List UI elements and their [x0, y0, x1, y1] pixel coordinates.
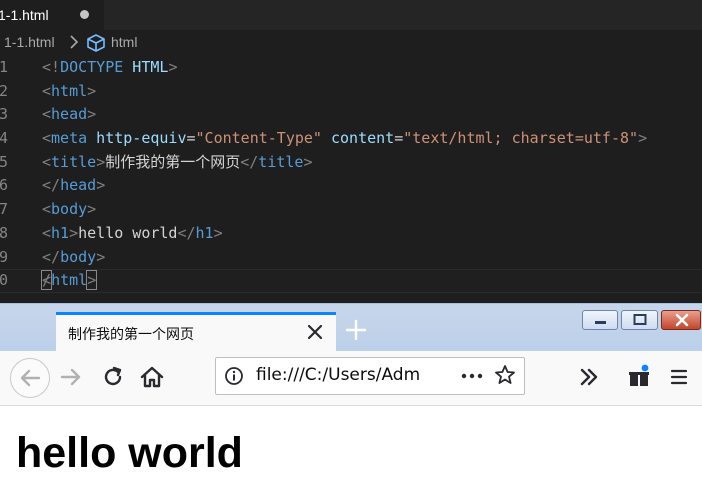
browser-window: 制作我的第一个网页 file:///C:/Users/Adm hello wor…: [0, 303, 702, 486]
new-tab-plus-icon[interactable]: [344, 318, 368, 342]
forward-arrow-icon[interactable]: [58, 364, 84, 390]
editor-tab[interactable]: 1-1.html: [0, 0, 104, 30]
code-line: 2 <html>: [0, 80, 702, 104]
url-text[interactable]: file:///C:/Users/Adm: [256, 365, 422, 385]
line-number: 5: [0, 152, 9, 171]
code-line: 4 <meta http-equiv="Content-Type" conten…: [0, 127, 702, 151]
line-number: 7: [0, 200, 9, 219]
symbol-cube-icon: [86, 34, 106, 55]
line-number: 3: [0, 105, 9, 124]
browser-tab[interactable]: 制作我的第一个网页: [56, 312, 336, 352]
code-line: 3 <head>: [0, 103, 702, 127]
breadcrumb-file[interactable]: 1-1.html: [4, 34, 55, 50]
line-number: 9: [0, 247, 9, 266]
close-tab-icon[interactable]: [304, 321, 326, 343]
line-number: 6: [0, 176, 9, 195]
line-number: 1: [0, 58, 9, 76]
code-line: 6 </head>: [0, 174, 702, 198]
browser-tab-title: 制作我的第一个网页: [68, 327, 194, 343]
code-line-current: 0 </html>: [0, 269, 702, 293]
extensions-icon[interactable]: [626, 364, 652, 390]
code-line: 1 <!DOCTYPE HTML>: [0, 56, 702, 80]
line-number: 0: [0, 271, 9, 290]
home-icon[interactable]: [139, 364, 165, 390]
code-editor: 1-1.html 1-1.html html 1 <!DOCTYPE HTML>…: [0, 0, 702, 303]
editor-tab-bar: 1-1.html: [0, 0, 702, 30]
overflow-chevrons-icon[interactable]: [576, 364, 602, 390]
code-line: 9 </body>: [0, 246, 702, 270]
breadcrumb-symbol[interactable]: html: [111, 34, 137, 50]
menu-icon[interactable]: [666, 364, 692, 390]
line-number: 4: [0, 129, 9, 148]
breadcrumb-chevron-icon: [69, 35, 79, 52]
browser-nav-bar: file:///C:/Users/Adm: [0, 351, 702, 406]
back-button[interactable]: [10, 358, 50, 398]
address-bar[interactable]: file:///C:/Users/Adm: [215, 357, 525, 395]
bookmark-star-icon[interactable]: [494, 364, 516, 386]
line-number: 8: [0, 223, 9, 242]
maximize-button[interactable]: [621, 310, 658, 330]
breadcrumb: 1-1.html html: [0, 31, 702, 53]
window-close-button[interactable]: [661, 310, 701, 330]
reload-icon[interactable]: [100, 364, 126, 390]
unsaved-dot-icon[interactable]: [80, 10, 89, 19]
code-area[interactable]: 1 <!DOCTYPE HTML> 2 <html> 3 <head> 4 <m…: [0, 56, 702, 293]
page-heading: hello world: [16, 429, 243, 477]
info-icon[interactable]: [224, 366, 244, 386]
browser-title-bar: 制作我的第一个网页: [0, 303, 702, 352]
code-line: 8 <h1>hello world</h1>: [0, 222, 702, 246]
minimize-button[interactable]: [582, 310, 618, 330]
code-line: 5 <title>制作我的第一个网页</title>: [0, 151, 702, 175]
line-number: 2: [0, 81, 9, 100]
editor-tab-title: 1-1.html: [0, 7, 49, 23]
more-dots-icon[interactable]: [460, 366, 484, 386]
page-content: hello world: [0, 406, 702, 486]
code-line: 7 <body>: [0, 198, 702, 222]
